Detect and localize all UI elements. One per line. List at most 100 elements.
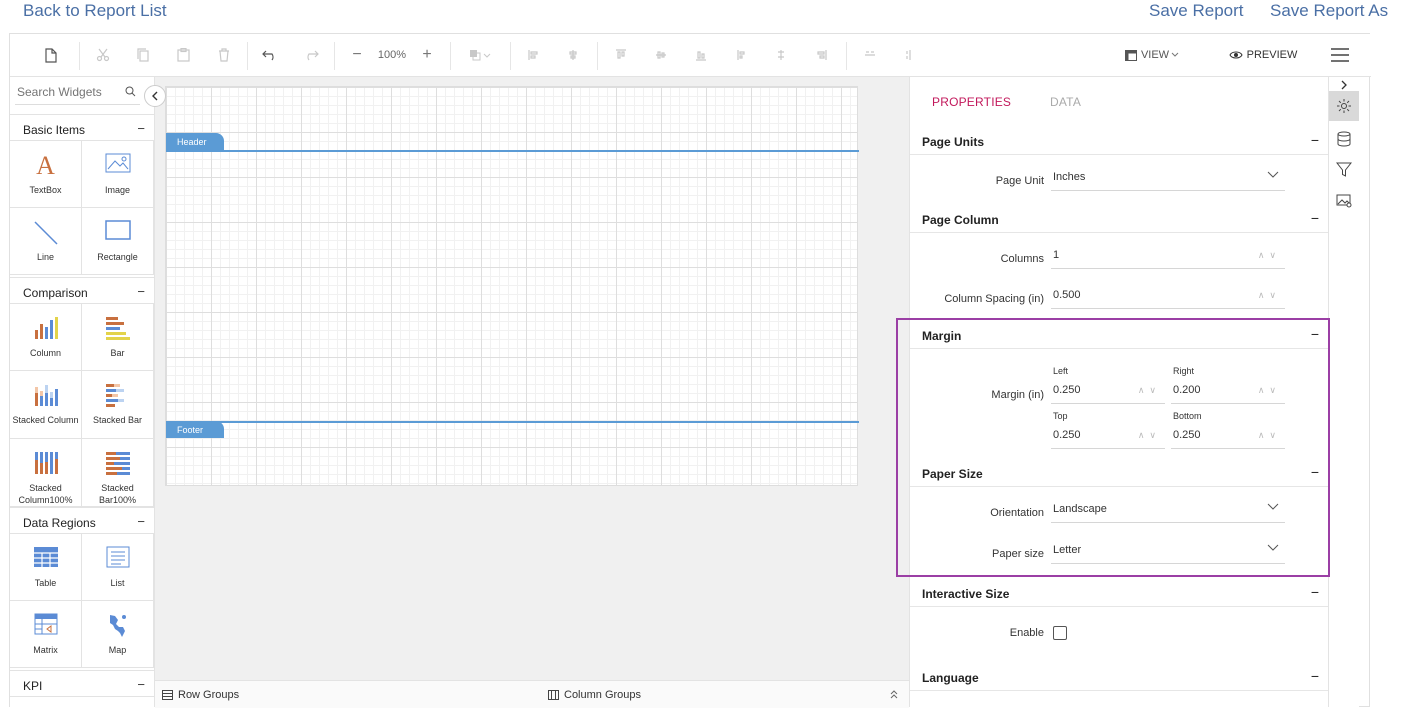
delete-button[interactable]	[213, 44, 235, 66]
align-left-edges-button[interactable]	[524, 44, 544, 66]
section-margin[interactable]: Margin −	[910, 325, 1328, 349]
widget-stacked-column-100[interactable]: Stacked Column100%	[10, 439, 82, 507]
columns-numeric-input[interactable]: 1 ∧∨	[1051, 247, 1285, 269]
footer-band-divider[interactable]	[166, 421, 859, 423]
spinner-arrows-icon[interactable]: ∧∨	[1258, 250, 1281, 261]
main-menu-button[interactable]	[1328, 44, 1352, 66]
footer-band-tab[interactable]: Footer	[166, 421, 224, 438]
widget-stacked-column[interactable]: Stacked Column	[10, 371, 82, 439]
section-interactive-size[interactable]: Interactive Size −	[910, 583, 1328, 607]
spinner-arrows-icon[interactable]: ∧∨	[1258, 385, 1281, 396]
toolbar-separator	[79, 42, 80, 70]
view-menu-button[interactable]: VIEW	[1122, 44, 1182, 66]
widget-rectangle[interactable]: Rectangle	[82, 208, 154, 275]
align-icon	[817, 50, 827, 60]
widget-line[interactable]: Line	[10, 208, 82, 275]
section-page-column[interactable]: Page Column −	[910, 209, 1328, 233]
widget-table[interactable]: Table	[10, 534, 82, 601]
widget-stacked-bar[interactable]: Stacked Bar	[82, 371, 154, 439]
preview-button[interactable]: PREVIEW	[1228, 44, 1298, 66]
collapse-minus-icon[interactable]: −	[137, 677, 145, 692]
section-page-units[interactable]: Page Units −	[910, 131, 1328, 155]
page-unit-dropdown[interactable]: Inches	[1051, 169, 1285, 191]
margin-right-input[interactable]: 0.200 ∧∨	[1171, 382, 1285, 404]
column-groups-button[interactable]: Column Groups	[548, 689, 641, 701]
widget-list[interactable]: List	[82, 534, 154, 601]
category-basic-items[interactable]: Basic Items −	[10, 114, 154, 141]
widget-label: Bar	[110, 348, 125, 358]
zoom-out-button[interactable]: −	[348, 44, 366, 66]
new-report-button[interactable]	[40, 44, 62, 66]
tab-properties[interactable]: PROPERTIES	[932, 95, 1011, 109]
collapse-minus-icon[interactable]: −	[1311, 668, 1319, 684]
align-left-button[interactable]	[731, 44, 751, 66]
section-language[interactable]: Language −	[910, 667, 1328, 691]
spinner-arrows-icon[interactable]: ∧∨	[1258, 430, 1281, 441]
undo-button[interactable]	[259, 44, 281, 66]
widget-image[interactable]: Image	[82, 141, 154, 208]
distribute-horizontal-button[interactable]	[860, 44, 880, 66]
paste-button[interactable]	[172, 44, 194, 66]
widget-label: TextBox	[29, 185, 62, 195]
collapse-minus-icon[interactable]: −	[137, 514, 145, 529]
enable-checkbox[interactable]	[1053, 626, 1067, 640]
report-body[interactable]: Header Footer	[165, 86, 859, 486]
align-bottom-button[interactable]	[691, 44, 711, 66]
column-spacing-input[interactable]: 0.500 ∧∨	[1051, 287, 1285, 309]
cut-button[interactable]	[92, 44, 114, 66]
section-paper-size[interactable]: Paper Size −	[910, 463, 1328, 487]
expand-groups-button[interactable]	[890, 689, 898, 699]
collapse-minus-icon[interactable]: −	[1311, 464, 1319, 480]
widget-label: List	[110, 578, 125, 588]
header-band-tab[interactable]: Header	[166, 133, 224, 150]
header-band-divider[interactable]	[166, 150, 859, 152]
collapse-minus-icon[interactable]: −	[1311, 132, 1319, 148]
align-icon	[656, 51, 666, 59]
order-dropdown-button[interactable]	[465, 44, 495, 66]
rail-data-button[interactable]	[1329, 124, 1359, 154]
align-vertical-center-button[interactable]	[771, 44, 791, 66]
category-comparison[interactable]: Comparison −	[10, 277, 154, 304]
redo-button[interactable]	[300, 44, 322, 66]
spinner-arrows-icon[interactable]: ∧∨	[1258, 290, 1281, 301]
widget-bar[interactable]: Bar	[82, 304, 154, 371]
widget-map[interactable]: Map	[82, 601, 154, 668]
collapse-minus-icon[interactable]: −	[1311, 326, 1319, 342]
spinner-arrows-icon[interactable]: ∧∨	[1138, 430, 1161, 441]
widget-textbox[interactable]: A TextBox	[10, 141, 82, 208]
align-top-button[interactable]	[611, 44, 631, 66]
collapse-minus-icon[interactable]: −	[137, 121, 145, 136]
zoom-in-button[interactable]: +	[418, 44, 436, 66]
orientation-dropdown[interactable]: Landscape	[1051, 501, 1285, 523]
widget-stacked-bar-100[interactable]: Stacked Bar100%	[82, 439, 154, 507]
margin-bottom-input[interactable]: 0.250 ∧∨	[1171, 427, 1285, 449]
category-data-regions[interactable]: Data Regions −	[10, 507, 154, 534]
save-report-link[interactable]: Save Report	[1149, 1, 1244, 21]
distribute-vertical-button[interactable]	[900, 44, 920, 66]
spinner-arrows-icon[interactable]: ∧∨	[1138, 385, 1161, 396]
rail-filter-button[interactable]	[1329, 155, 1359, 185]
align-middle-button[interactable]	[651, 44, 671, 66]
widget-column[interactable]: Column	[10, 304, 82, 371]
rail-image-manager-button[interactable]	[1329, 186, 1359, 216]
copy-button[interactable]	[132, 44, 154, 66]
margin-left-input[interactable]: 0.250 ∧∨	[1051, 382, 1165, 404]
collapse-panel-button[interactable]	[144, 85, 166, 107]
category-kpi[interactable]: KPI −	[10, 670, 154, 697]
rail-properties-button[interactable]	[1329, 91, 1359, 121]
align-right-button[interactable]	[811, 44, 831, 66]
widget-matrix[interactable]: Matrix	[10, 601, 82, 668]
tab-data[interactable]: DATA	[1050, 95, 1081, 109]
align-center-button[interactable]	[563, 44, 583, 66]
collapse-minus-icon[interactable]: −	[1311, 584, 1319, 600]
back-to-report-list-link[interactable]: Back to Report List	[23, 1, 167, 21]
page-unit-value: Inches	[1053, 171, 1086, 183]
widget-search-input[interactable]	[17, 85, 117, 99]
collapse-minus-icon[interactable]: −	[137, 284, 145, 299]
save-report-as-link[interactable]: Save Report As	[1270, 1, 1388, 21]
paper-size-dropdown[interactable]: Letter	[1051, 542, 1285, 564]
collapse-minus-icon[interactable]: −	[1311, 210, 1319, 226]
report-designer: − 100% + VIEW PREVIEW Search Widgets Bas…	[9, 33, 1371, 708]
margin-top-input[interactable]: 0.250 ∧∨	[1051, 427, 1165, 449]
row-groups-button[interactable]: Row Groups	[162, 689, 239, 701]
